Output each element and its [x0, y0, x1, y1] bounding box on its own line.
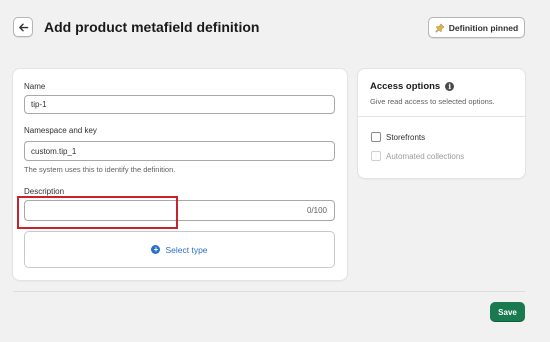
storefronts-option[interactable]: Storefronts — [371, 132, 425, 142]
select-type-label: Select type — [165, 244, 208, 255]
arrow-left-icon — [18, 23, 28, 31]
definition-form-card: Name tip-1 Namespace and key custom.tip_… — [13, 69, 347, 280]
plus-circle-icon: + — [151, 245, 161, 254]
access-options-title-text: Access options — [370, 81, 441, 92]
description-counter: 0/100 — [306, 206, 327, 215]
access-options-title: Access options i — [370, 81, 455, 92]
namespace-input[interactable]: custom.tip_1 — [24, 141, 335, 161]
storefronts-checkbox[interactable] — [371, 132, 381, 142]
footer-divider — [13, 291, 525, 292]
definition-pinned-button[interactable]: Definition pinned — [428, 17, 525, 38]
access-options-subtitle: Give read access to selected options. — [370, 97, 495, 106]
automated-collections-checkbox — [371, 151, 381, 161]
save-button[interactable]: Save — [490, 302, 525, 322]
description-label: Description — [24, 187, 65, 196]
access-options-card: Access options i Give read access to sel… — [358, 69, 525, 178]
namespace-help-text: The system uses this to identify the def… — [24, 165, 176, 174]
page-title: Add product metafield definition — [44, 19, 260, 35]
description-input[interactable]: 0/100 — [24, 200, 335, 221]
automated-collections-label: Automated collections — [386, 151, 465, 161]
divider — [358, 116, 525, 117]
namespace-label: Namespace and key — [24, 126, 97, 135]
storefronts-label: Storefronts — [386, 132, 426, 142]
name-input[interactable]: tip-1 — [24, 95, 335, 114]
info-icon[interactable]: i — [445, 82, 455, 91]
select-type-button[interactable]: + Select type — [24, 231, 335, 268]
automated-collections-option: Automated collections — [371, 151, 464, 161]
pin-icon — [435, 22, 445, 33]
back-button[interactable] — [13, 17, 33, 37]
name-label: Name — [24, 82, 46, 91]
pin-button-label: Definition pinned — [448, 22, 519, 33]
